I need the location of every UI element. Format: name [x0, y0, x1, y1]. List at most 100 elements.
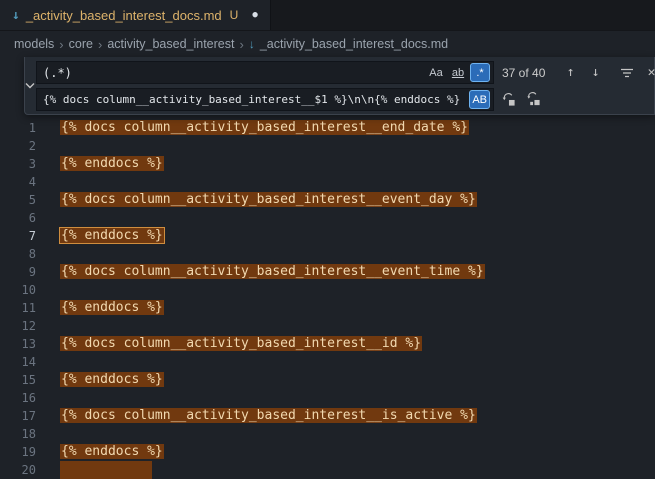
find-widget-rows: (.*) Aa ab .* 37 of 40 ↑ ↓ ✕	[36, 57, 655, 114]
line-number: 20	[0, 463, 36, 477]
line-content: {% enddocs %}	[60, 443, 164, 461]
replace-options: AB	[469, 90, 490, 109]
line-number: 4	[0, 175, 36, 189]
editor-line[interactable]: 14	[0, 353, 655, 371]
line-number: 6	[0, 211, 36, 225]
breadcrumb-item-core[interactable]: core	[69, 37, 93, 51]
close-button[interactable]: ✕	[641, 62, 655, 83]
line-number: 11	[0, 301, 36, 315]
chevron-down-icon	[25, 82, 35, 89]
whole-word-toggle[interactable]: ab	[448, 63, 468, 82]
line-number: 2	[0, 139, 36, 153]
line-content: {% docs column__activity_based_interest_…	[60, 335, 422, 353]
line-content	[60, 461, 152, 479]
line-number: 13	[0, 337, 36, 351]
find-replace-widget: (.*) Aa ab .* 37 of 40 ↑ ↓ ✕	[24, 57, 655, 115]
replace-value-text: {% docs column__activity_based_interest_…	[43, 93, 465, 106]
line-number: 12	[0, 319, 36, 333]
line-content: {% docs column__activity_based_interest_…	[60, 119, 469, 137]
line-number: 14	[0, 355, 36, 369]
editor-line[interactable]: 15 {% enddocs %}	[0, 371, 655, 389]
editor-line[interactable]: 19 {% enddocs %}	[0, 443, 655, 461]
editor-line[interactable]: 6	[0, 209, 655, 227]
editor-line[interactable]: 4	[0, 173, 655, 191]
editor-line[interactable]: 10	[0, 281, 655, 299]
line-number: 15	[0, 373, 36, 387]
line-content: {% docs column__activity_based_interest_…	[60, 263, 485, 281]
chevron-right-icon: ›	[59, 37, 63, 52]
line-number: 7	[0, 229, 36, 243]
current-find-match: {% enddocs %}	[60, 228, 164, 243]
toggle-replace-button[interactable]	[25, 57, 36, 114]
line-number: 18	[0, 427, 36, 441]
replace-input[interactable]: {% docs column__activity_based_interest_…	[36, 88, 494, 111]
chevron-right-icon: ›	[98, 37, 102, 52]
editor-line[interactable]: 13 {% docs column__activity_based_interes…	[0, 335, 655, 353]
find-match: {% docs column__activity_based_interest_…	[60, 336, 422, 351]
line-content: {% enddocs %}	[60, 227, 164, 245]
editor-line[interactable]: 9{% docs column__activity_based_interest…	[0, 263, 655, 281]
find-query-text: (.*)	[43, 66, 422, 80]
editor-line[interactable]: 2	[0, 137, 655, 155]
vscode-window: ↓ _activity_based_interest_docs.md U ● m…	[0, 0, 655, 470]
tab-activity-docs[interactable]: ↓ _activity_based_interest_docs.md U ●	[0, 0, 271, 30]
line-number: 16	[0, 391, 36, 405]
editor-pane: (.*) Aa ab .* 37 of 40 ↑ ↓ ✕	[0, 57, 655, 470]
line-content: {% docs column__activity_based_interest_…	[60, 191, 477, 209]
editor-line[interactable]: 18	[0, 425, 655, 443]
editor-line[interactable]: 7 {% enddocs %}	[0, 227, 655, 245]
find-match: {% enddocs %}	[60, 444, 164, 459]
breadcrumb-item-filename[interactable]: _activity_based_interest_docs.md	[260, 37, 448, 51]
markdown-file-icon: ↓	[249, 37, 255, 51]
find-results-count: 37 of 40	[498, 66, 556, 80]
editor-line[interactable]: 8	[0, 245, 655, 263]
previous-match-button[interactable]: ↑	[560, 62, 581, 83]
line-number: 5	[0, 193, 36, 207]
line-content: {% enddocs %}	[60, 371, 164, 389]
find-input[interactable]: (.*) Aa ab .*	[36, 61, 494, 84]
find-match: {% docs column__activity_based_interest_…	[60, 120, 469, 135]
line-content: {% docs column__activity_based_interest_…	[60, 407, 477, 425]
editor-content[interactable]: 1 {% docs column__activity_based_interest…	[0, 57, 655, 470]
editor-line[interactable]: 12	[0, 317, 655, 335]
git-status-badge: U	[230, 8, 239, 22]
tab-bar: ↓ _activity_based_interest_docs.md U ●	[0, 0, 655, 31]
breadcrumb-item-activity-based-interest[interactable]: activity_based_interest	[107, 37, 234, 51]
editor-line[interactable]: 3 {% enddocs %}	[0, 155, 655, 173]
replace-row: {% docs column__activity_based_interest_…	[36, 88, 655, 111]
editor-line[interactable]: 1 {% docs column__activity_based_interest…	[0, 119, 655, 137]
line-content: {% enddocs %}	[60, 155, 164, 173]
match-case-toggle[interactable]: Aa	[426, 63, 446, 82]
line-content: {% enddocs %}	[60, 299, 164, 317]
find-match: {% docs column__activity_based_interest_…	[60, 192, 477, 207]
replace-button[interactable]	[498, 89, 519, 110]
chevron-right-icon: ›	[239, 37, 243, 52]
find-match: {% enddocs %}	[60, 300, 164, 315]
find-options: Aa ab .*	[426, 63, 490, 82]
preserve-case-toggle[interactable]: AB	[469, 90, 490, 109]
editor-line[interactable]: 5 {% docs column__activity_based_interest…	[0, 191, 655, 209]
line-number: 10	[0, 283, 36, 297]
editor-line[interactable]: 11 {% enddocs %}	[0, 299, 655, 317]
editor-line[interactable]: 17 {% docs column__activity_based_interes…	[0, 407, 655, 425]
find-match: {% docs column__activity_based_interest_…	[60, 264, 485, 279]
editor-line[interactable]: 20	[0, 461, 655, 479]
partial-find-match	[60, 461, 152, 479]
next-match-button[interactable]: ↓	[585, 62, 606, 83]
tab-label: _activity_based_interest_docs.md	[26, 8, 222, 23]
breadcrumb-item-models[interactable]: models	[14, 37, 54, 51]
editor-line[interactable]: 16	[0, 389, 655, 407]
regex-toggle[interactable]: .*	[470, 63, 490, 82]
line-number: 1	[0, 121, 36, 135]
breadcrumb: models › core › activity_based_interest …	[0, 31, 655, 57]
line-number: 3	[0, 157, 36, 171]
replace-all-button[interactable]	[523, 89, 544, 110]
line-number: 17	[0, 409, 36, 423]
unsaved-changes-dot[interactable]: ●	[252, 10, 257, 20]
find-match: {% enddocs %}	[60, 156, 164, 171]
find-in-selection-button[interactable]	[616, 62, 637, 83]
find-match: {% docs column__activity_based_interest_…	[60, 408, 477, 423]
line-number: 19	[0, 445, 36, 459]
find-row: (.*) Aa ab .* 37 of 40 ↑ ↓ ✕	[36, 61, 655, 84]
line-number: 8	[0, 247, 36, 261]
